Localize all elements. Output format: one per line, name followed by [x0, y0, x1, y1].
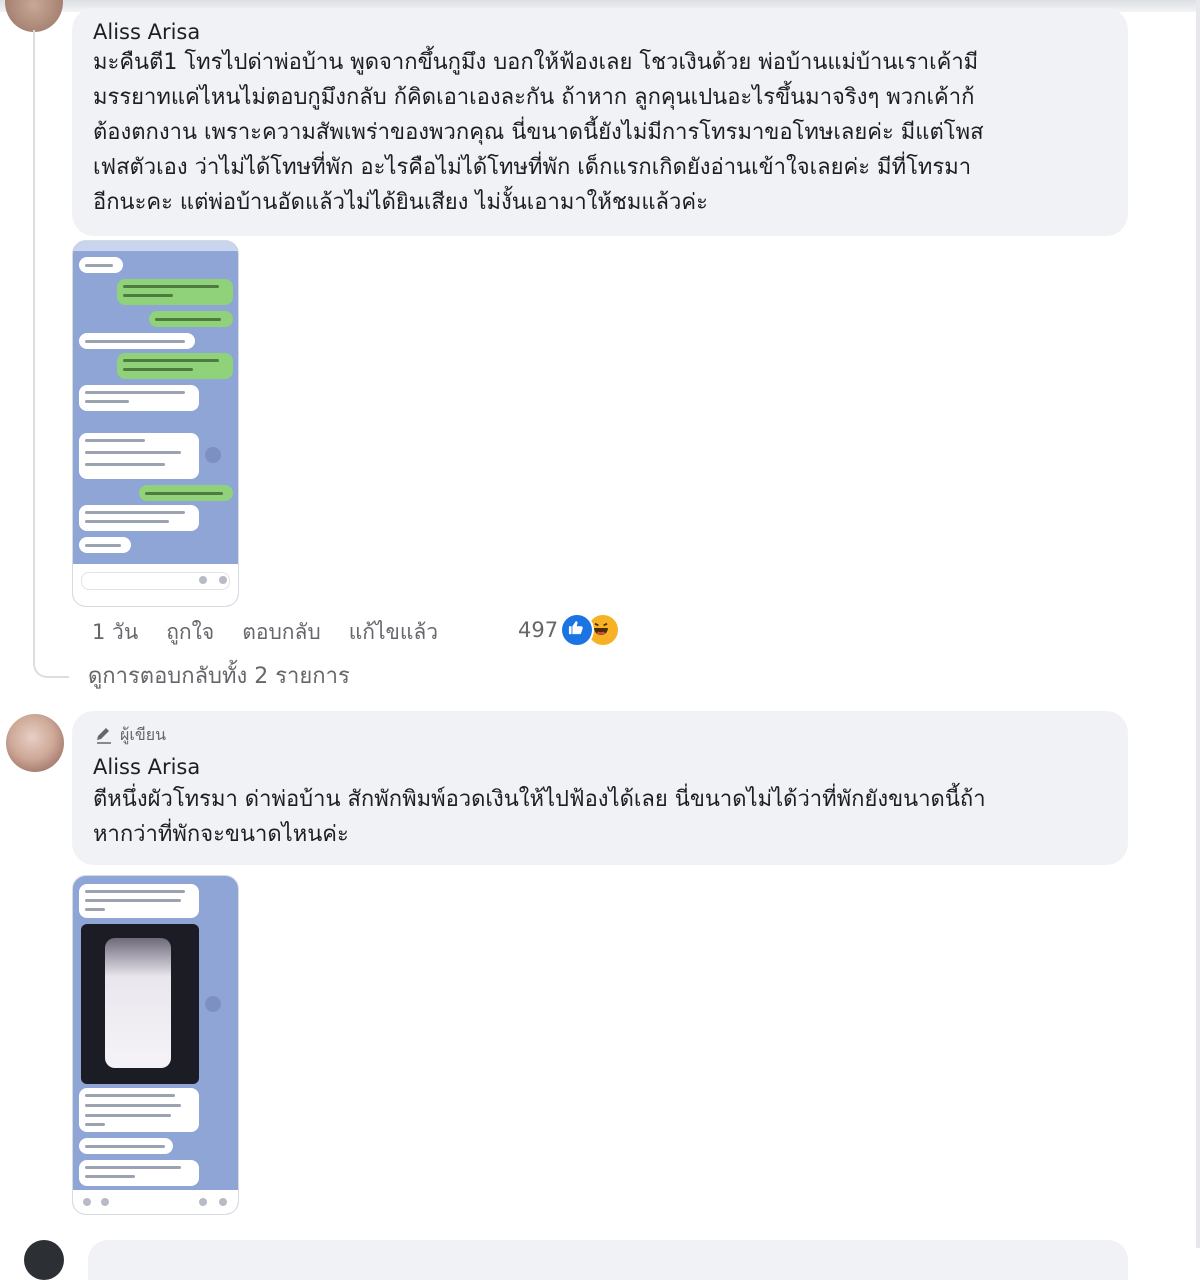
- like-icon: [560, 613, 595, 647]
- avatar[interactable]: [5, 0, 63, 32]
- reaction-count: 497: [518, 618, 559, 642]
- attached-chat-screenshot[interactable]: [72, 875, 239, 1215]
- comment-text: ตีหนึ่งผัวโทรมา ด่าพ่อบ้าน สักพักพิมพ์อว…: [93, 787, 986, 847]
- avatar[interactable]: [24, 1240, 64, 1280]
- like-button[interactable]: ถูกใจ: [166, 616, 214, 649]
- reply-thread-line: [33, 30, 35, 660]
- comment-actions: 1 วัน ถูกใจ ตอบกลับ แก้ไขแล้ว: [92, 617, 438, 647]
- comment-author[interactable]: Aliss Arisa: [93, 755, 200, 779]
- author-badge: ผู้เขียน: [94, 722, 166, 748]
- edited-label[interactable]: แก้ไขแล้ว: [349, 616, 438, 649]
- reaction-summary[interactable]: 497: [518, 613, 621, 647]
- attached-chat-screenshot[interactable]: [72, 240, 239, 607]
- scrollbar[interactable]: [1196, 0, 1200, 1248]
- avatar[interactable]: [6, 714, 64, 772]
- view-all-replies-link[interactable]: ดูการตอบกลับทั้ง 2 รายการ: [88, 658, 350, 693]
- pencil-icon: [97, 728, 111, 744]
- reply-button[interactable]: ตอบกลับ: [242, 616, 321, 649]
- author-badge-label: ผู้เขียน: [120, 724, 167, 744]
- comment-text: มะคืนตี1 โทรไปด่าพ่อบ้าน พูดจากขึ้นกูมึง…: [93, 50, 984, 215]
- reply-thread-connector: [33, 640, 69, 678]
- comment-bubble: [88, 1240, 1128, 1280]
- comment-author[interactable]: Aliss Arisa: [93, 20, 200, 44]
- comment-timestamp[interactable]: 1 วัน: [92, 616, 138, 649]
